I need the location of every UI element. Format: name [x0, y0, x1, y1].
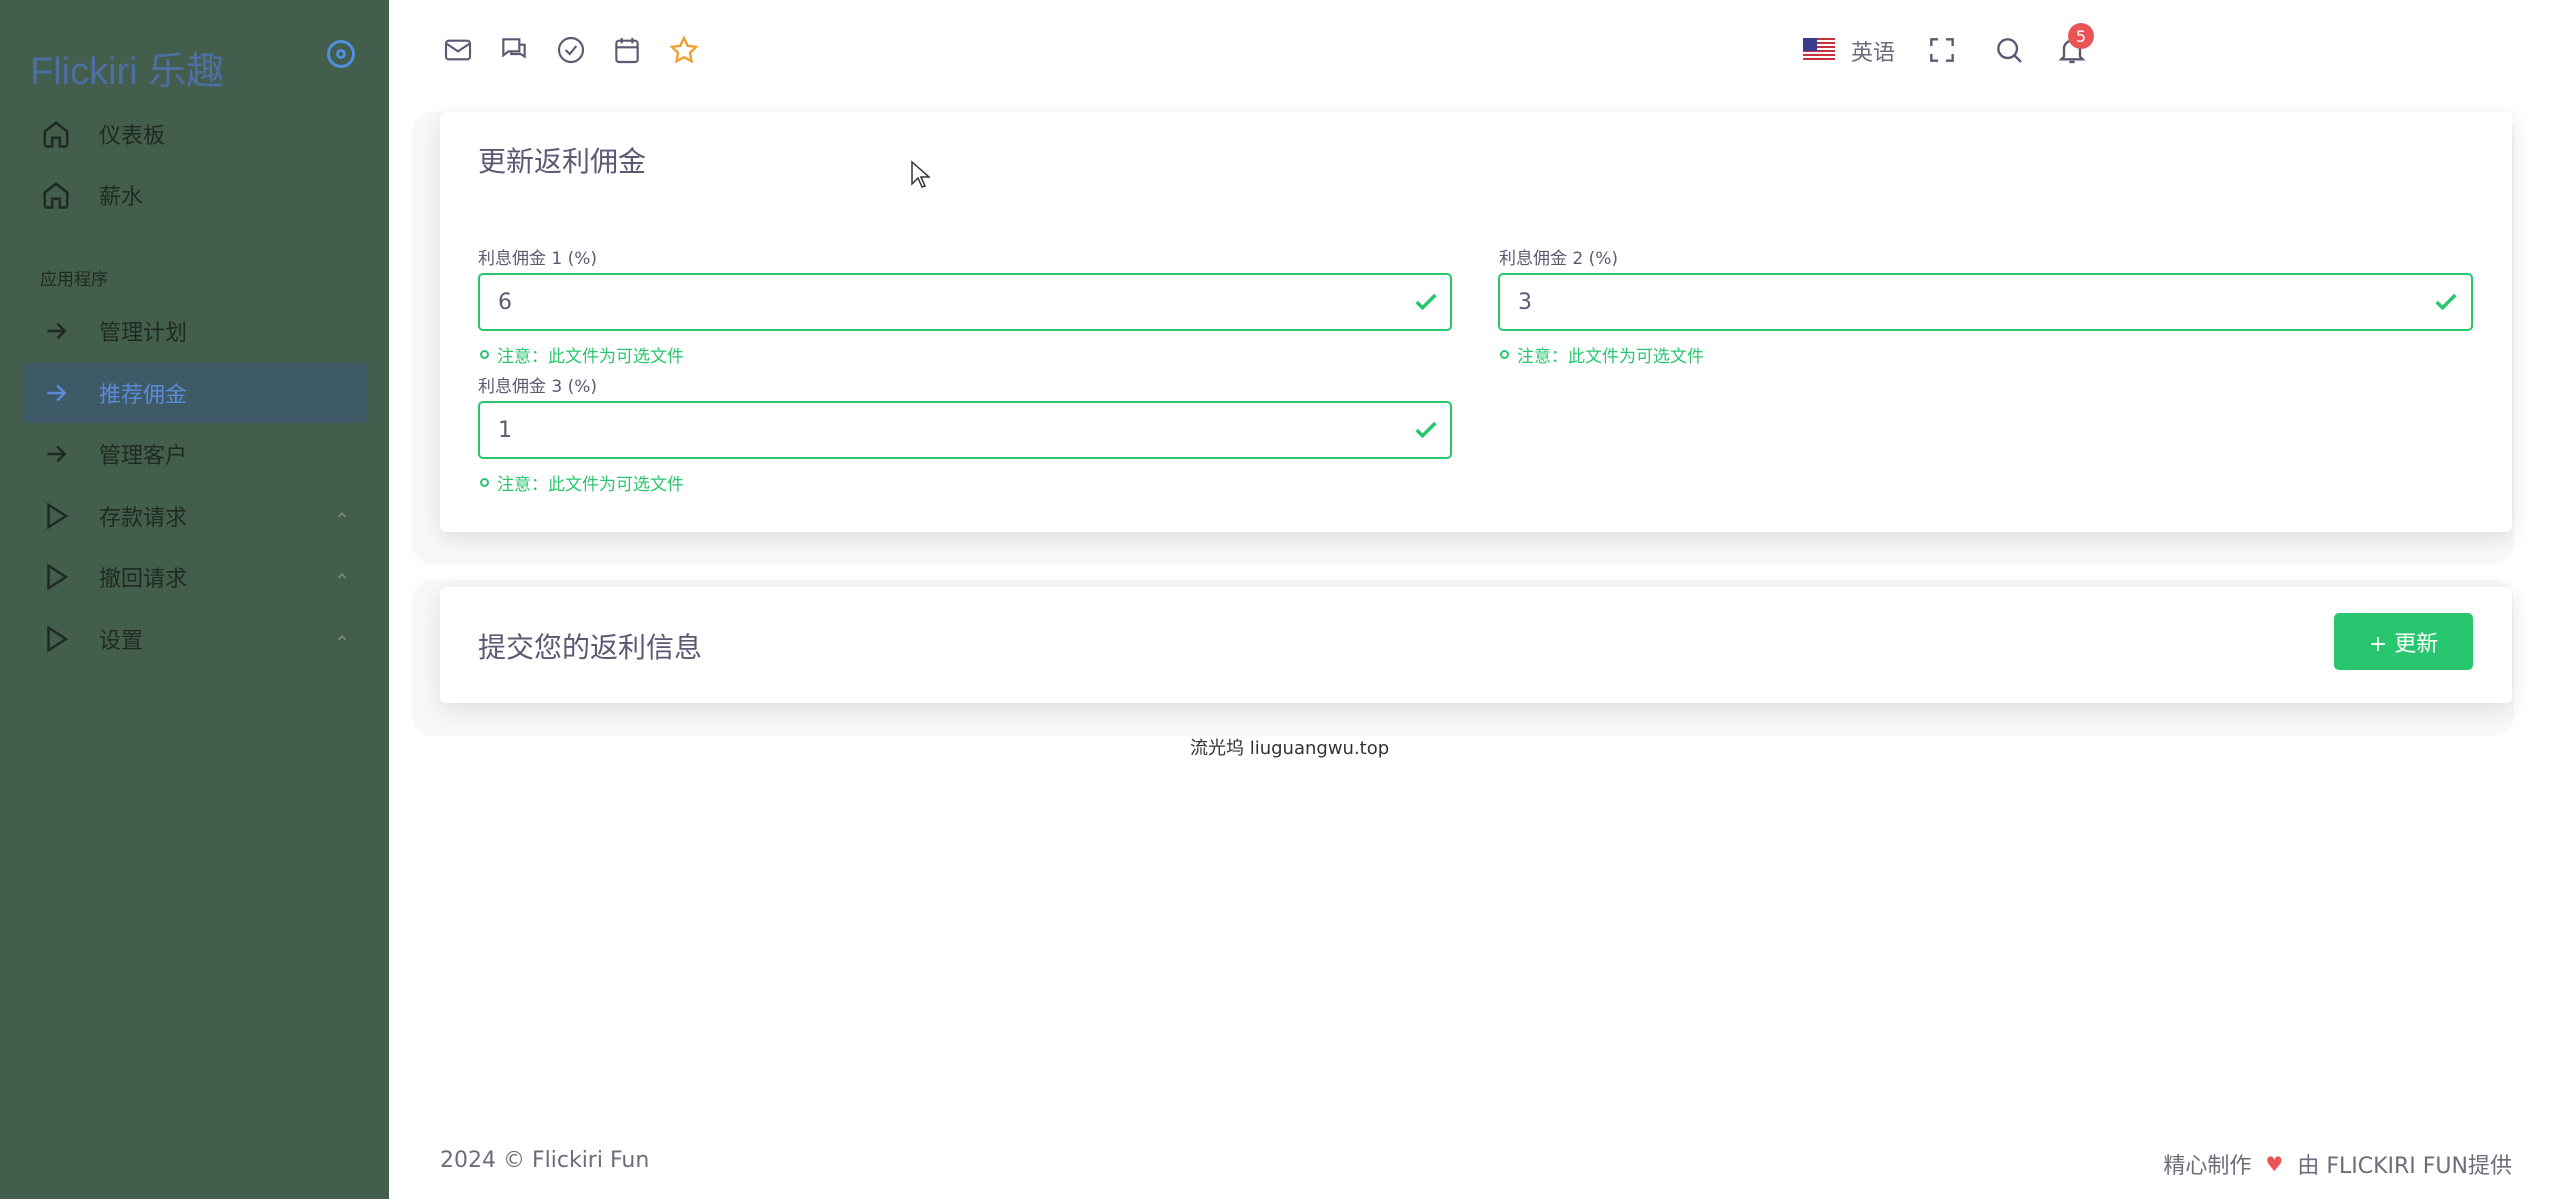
sidebar: Flickiri 乐趣 仪表板 薪水 应用程序 管理计划 推荐佣金 管理客户 存… [0, 0, 389, 1199]
update-button[interactable]: + 更新 [2334, 613, 2473, 670]
field-note: 注意：此文件为可选文件 [480, 470, 684, 495]
check-icon [2432, 288, 2460, 316]
play-icon [41, 624, 71, 654]
field-note: 注意：此文件为可选文件 [1500, 342, 1704, 367]
form-card-title: 更新返利佣金 [478, 145, 647, 178]
sidebar-item-label: 管理计划 [99, 321, 188, 346]
sidebar-item-manage-plans[interactable]: 管理计划 [23, 301, 367, 361]
us-flag-icon[interactable] [1803, 38, 1835, 62]
search-icon[interactable] [1993, 34, 2025, 66]
sidebar-item-settings[interactable]: 设置 [23, 609, 367, 669]
sidebar-item-withdraw-requests[interactable]: 撤回请求 [23, 547, 367, 607]
sidebar-item-referral-commission[interactable]: 推荐佣金 [23, 363, 367, 423]
fullscreen-icon[interactable] [1926, 34, 1958, 66]
submit-card-title: 提交您的返利信息 [478, 631, 703, 664]
field-note-text: 注意：此文件为可选文件 [497, 347, 684, 367]
chevron-up-icon [337, 573, 347, 579]
sidebar-item-deposit-requests[interactable]: 存款请求 [23, 486, 367, 546]
play-icon [41, 501, 71, 531]
commission-1-input[interactable] [478, 273, 1452, 331]
mouse-cursor-icon [911, 160, 930, 188]
circle-icon [1500, 350, 1509, 359]
check-circle-icon[interactable] [555, 34, 587, 66]
heart-icon: ♥ [2265, 1152, 2284, 1176]
commission-2-input[interactable] [1498, 273, 2473, 331]
footer-made-with: 精心制作 [2163, 1154, 2252, 1179]
play-icon [41, 562, 71, 592]
sidebar-section-label: 应用程序 [40, 270, 108, 290]
sidebar-item-label: 设置 [99, 629, 144, 654]
circle-icon [480, 350, 489, 359]
arrow-right-icon [41, 378, 71, 408]
home-icon [41, 180, 71, 210]
field-label-commission-1: 利息佣金 1 (%) [478, 249, 598, 269]
field-label-commission-2: 利息佣金 2 (%) [1499, 249, 1619, 269]
check-icon [1412, 416, 1440, 444]
field-label-commission-3: 利息佣金 3 (%) [478, 377, 598, 397]
footer-copyright: 2024 © Flickiri Fun [440, 1148, 650, 1173]
mail-icon[interactable] [442, 34, 474, 66]
sidebar-item-label: 管理客户 [99, 444, 188, 469]
chevron-up-icon [337, 512, 347, 518]
calendar-icon[interactable] [611, 34, 643, 66]
star-icon[interactable] [668, 34, 700, 66]
sidebar-item-label: 存款请求 [99, 506, 188, 531]
brand-logo[interactable]: Flickiri 乐趣 [30, 40, 224, 95]
home-icon [41, 119, 71, 149]
footer-by: 由 FLICKIRI FUN提供 [2297, 1154, 2512, 1179]
sidebar-item-label: 推荐佣金 [99, 383, 188, 408]
arrow-right-icon [41, 439, 71, 469]
language-selector[interactable]: 英语 [1851, 35, 1895, 67]
sidebar-item-dashboard[interactable]: 仪表板 [23, 104, 367, 164]
commission-3-input[interactable] [478, 401, 1452, 459]
submit-card [440, 587, 2512, 703]
field-note: 注意：此文件为可选文件 [480, 342, 684, 367]
sidebar-item-label: 仪表板 [99, 124, 166, 149]
sidebar-item-label: 撤回请求 [99, 567, 188, 592]
circle-icon [480, 478, 489, 487]
field-note-text: 注意：此文件为可选文件 [1517, 347, 1704, 367]
arrow-right-icon [41, 316, 71, 346]
notification-badge: 5 [2068, 23, 2094, 49]
sidebar-item-label: 薪水 [99, 185, 144, 210]
chat-icon[interactable] [498, 34, 530, 66]
sidebar-item-salary[interactable]: 薪水 [23, 165, 367, 225]
check-icon [1412, 288, 1440, 316]
footer-credits: 精心制作 ♥ 由 FLICKIRI FUN提供 [2163, 1148, 2512, 1180]
chevron-up-icon [337, 635, 347, 641]
sidebar-toggle-icon[interactable] [327, 40, 355, 68]
sidebar-item-manage-customers[interactable]: 管理客户 [23, 424, 367, 484]
field-note-text: 注意：此文件为可选文件 [497, 475, 684, 495]
watermark: 流光坞 liuguangwu.top [1190, 738, 1390, 759]
